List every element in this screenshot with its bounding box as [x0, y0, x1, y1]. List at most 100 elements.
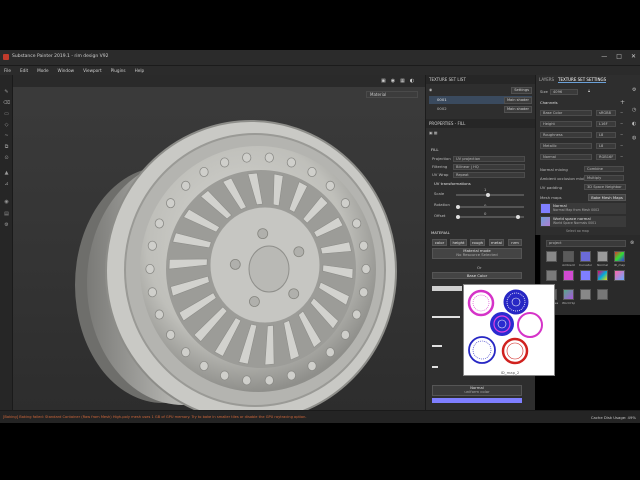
- menu-edit[interactable]: Edit: [20, 68, 28, 73]
- channel-format-select[interactable]: sRGB8: [596, 110, 616, 116]
- shelf-thumbnail[interactable]: [563, 251, 574, 262]
- projection-icon[interactable]: ▭: [3, 111, 10, 117]
- normal-color-swatch[interactable]: [432, 398, 522, 403]
- metallic-swatch[interactable]: [432, 366, 438, 368]
- close-button[interactable]: ✕: [631, 53, 636, 60]
- texture-set-settings-button[interactable]: Settings: [511, 87, 532, 94]
- shelf-thumbnail[interactable]: [580, 270, 591, 281]
- shelf-thumbnail[interactable]: [546, 270, 557, 281]
- shelf-thumbnail[interactable]: [546, 251, 557, 262]
- uv-wrap-select[interactable]: Repeat: [453, 172, 525, 178]
- channel-color-button[interactable]: color: [432, 239, 447, 246]
- mask-icon[interactable]: ▦: [434, 130, 438, 135]
- lug-nut: [249, 296, 260, 307]
- shelf-thumbnail[interactable]: [597, 270, 608, 281]
- channel-row[interactable]: Height L16F −: [540, 120, 628, 128]
- eraser-icon[interactable]: ⌫: [3, 100, 10, 106]
- menu-window[interactable]: Window: [58, 68, 75, 73]
- scale-slider[interactable]: [456, 193, 524, 197]
- channel-metal-button[interactable]: metal: [489, 239, 504, 246]
- menu-help[interactable]: Help: [135, 68, 145, 73]
- base-color-swatch[interactable]: [432, 286, 462, 291]
- menu-mode[interactable]: Mode: [37, 68, 48, 73]
- channel-normal-button[interactable]: nrm: [508, 239, 522, 246]
- shelf-thumbnail[interactable]: [614, 270, 625, 281]
- menu-plugins[interactable]: Plugins: [111, 68, 126, 73]
- normal-mixing-select[interactable]: Combine: [584, 166, 624, 172]
- channel-height-button[interactable]: height: [450, 239, 467, 246]
- visibility-icon[interactable]: ◉: [429, 87, 432, 92]
- settings-icon[interactable]: ⚙: [632, 87, 636, 93]
- channel-format-select[interactable]: L16F: [596, 121, 616, 127]
- material-mode-button[interactable]: Material mode No Resource Selected: [432, 248, 522, 259]
- shelf-search-input[interactable]: project: [546, 240, 626, 247]
- fill-icon[interactable]: ▣: [429, 130, 433, 135]
- rim-bolt: [307, 167, 317, 178]
- geometry-decal-icon[interactable]: ◇: [3, 122, 10, 128]
- rotation-slider[interactable]: [456, 205, 524, 209]
- bake-mesh-maps-button[interactable]: Bake Mesh Maps: [588, 194, 626, 201]
- filtering-select[interactable]: Bilinear | HQ: [453, 164, 525, 170]
- ao-mixing-select[interactable]: Multiply: [584, 175, 624, 181]
- history-icon[interactable]: ◷: [632, 107, 636, 113]
- shelf-thumbnail[interactable]: [563, 289, 574, 300]
- channel-format-select[interactable]: L8: [596, 132, 616, 138]
- shelf-thumbnail[interactable]: [580, 289, 591, 300]
- shelf-thumbnail[interactable]: [597, 251, 608, 262]
- base-color-button[interactable]: Base Color: [432, 272, 522, 279]
- measure-icon[interactable]: ⊿: [3, 181, 10, 187]
- shelf-thumbnail[interactable]: [580, 251, 591, 262]
- height-swatch[interactable]: [432, 316, 460, 318]
- paint-brush-icon[interactable]: ✎: [3, 89, 10, 95]
- add-channel-icon[interactable]: +: [620, 99, 625, 106]
- shelf-thumbnail[interactable]: [597, 289, 608, 300]
- remove-channel-icon[interactable]: −: [620, 121, 623, 126]
- tab-layers[interactable]: LAYERS: [539, 77, 554, 83]
- channel-format-select[interactable]: L8: [596, 143, 616, 149]
- remove-channel-icon[interactable]: −: [620, 110, 623, 115]
- channel-row[interactable]: Normal RGB16F −: [540, 153, 628, 161]
- normal-channel-block[interactable]: Normal uniform color: [432, 385, 522, 396]
- texture-set-shader[interactable]: Main shader: [503, 106, 532, 113]
- channel-rough-button[interactable]: rough: [470, 239, 485, 246]
- texture-set-row[interactable]: 0001 Main shader: [429, 96, 532, 104]
- channel-row[interactable]: Roughness L8−: [540, 131, 628, 139]
- mesh-map-thumbnail: [541, 204, 550, 213]
- projection-select[interactable]: UV projection: [453, 156, 525, 162]
- uv-padding-select[interactable]: 3D Space Neighbor: [584, 184, 626, 190]
- roughness-swatch[interactable]: [432, 345, 442, 347]
- minimize-button[interactable]: —: [601, 53, 607, 60]
- menu-file[interactable]: File: [4, 68, 11, 73]
- offset-slider[interactable]: [456, 215, 524, 219]
- camera-icon[interactable]: ◉: [3, 199, 10, 205]
- layers-panel-icon[interactable]: ▤: [3, 211, 10, 217]
- shader-icon[interactable]: ◍: [632, 135, 636, 141]
- lock-icon[interactable]: 🔒︎: [588, 88, 590, 93]
- remove-channel-icon[interactable]: −: [620, 154, 623, 159]
- size-select[interactable]: 4096: [550, 89, 578, 95]
- channel-name: Base Color: [540, 110, 592, 116]
- channel-row[interactable]: Metallic L8−: [540, 142, 628, 150]
- picker-icon[interactable]: ⊙: [3, 155, 10, 161]
- mesh-map-slot[interactable]: World space normal World Space Normals 0…: [540, 216, 626, 227]
- settings-icon[interactable]: ⚙: [3, 222, 10, 228]
- remove-channel-icon[interactable]: −: [620, 143, 623, 148]
- clone-icon[interactable]: ⧉: [3, 144, 10, 150]
- channel-format-select[interactable]: RGB16F: [596, 154, 616, 160]
- texture-set-shader[interactable]: Main shader: [503, 97, 532, 104]
- menu-viewport[interactable]: Viewport: [83, 68, 102, 73]
- polygon-fill-icon[interactable]: ▲: [3, 170, 10, 176]
- clear-search-icon[interactable]: ⊗: [630, 240, 634, 246]
- rim-bolt: [264, 375, 274, 386]
- channel-row[interactable]: Base Color sRGB8−: [540, 109, 628, 117]
- remove-channel-icon[interactable]: −: [620, 132, 623, 137]
- tab-texture-set-settings[interactable]: TEXTURE SET SETTINGS: [558, 77, 607, 83]
- smudge-icon[interactable]: ~: [3, 133, 10, 139]
- display-settings-icon[interactable]: ◐: [632, 121, 636, 127]
- shelf-thumbnail[interactable]: [614, 251, 625, 262]
- maximize-button[interactable]: □: [616, 53, 622, 60]
- texture-set-row[interactable]: 0002 Main shader: [429, 105, 532, 113]
- shelf-thumbnail[interactable]: [563, 270, 574, 281]
- 3d-viewport[interactable]: ▣ ◉ ▦ ◐ Material: [13, 75, 425, 410]
- mesh-map-slot[interactable]: Normal Normal Map from Mesh 0002: [540, 203, 626, 214]
